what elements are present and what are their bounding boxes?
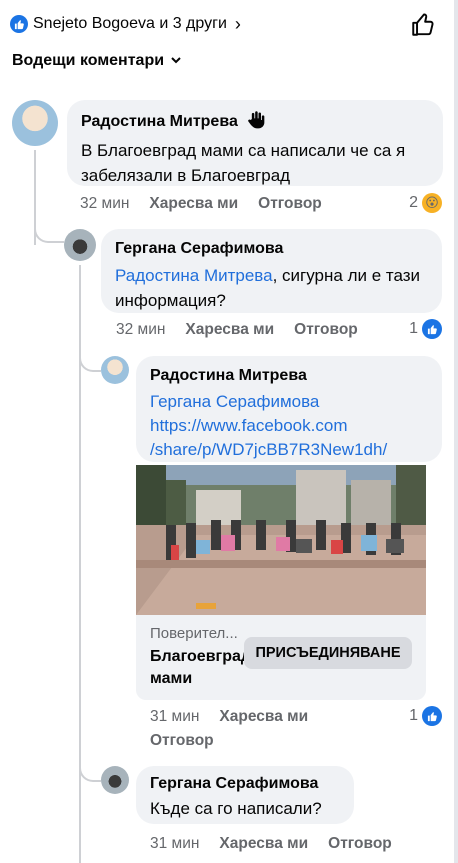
thread-connector xyxy=(79,345,101,372)
preview-info: Поверител... Благоевградски мами ПРИСЪЕД… xyxy=(136,615,426,700)
like-button[interactable]: Харесва ми xyxy=(185,321,274,339)
avatar[interactable] xyxy=(12,100,58,146)
chevron-right-icon: › xyxy=(234,13,241,34)
like-button[interactable]: Харесва ми xyxy=(219,835,308,853)
reaction-count[interactable]: 1 xyxy=(409,319,442,339)
comment-meta: 32 мин Харесва ми Отговор xyxy=(116,321,378,339)
reply-button[interactable]: Отговор xyxy=(294,321,358,339)
url-link-line2[interactable]: /share/p/WD7jcBB7R3New1dh/ xyxy=(150,438,428,462)
comment-meta: 31 мин Харесва ми Отговор xyxy=(150,708,350,750)
thread-connector xyxy=(79,755,101,782)
like-icon xyxy=(422,319,442,339)
like-outline-icon[interactable] xyxy=(410,12,436,38)
join-group-button[interactable]: ПРИСЪЕДИНЯВАНЕ xyxy=(244,637,412,669)
reactions-text: Snejeto Bogoeva и 3 други xyxy=(33,15,227,32)
wow-icon: 😮 xyxy=(422,193,442,213)
comment-meta: 31 мин Харесва ми Отговор xyxy=(150,835,412,853)
comment-text: Гергана Серафимова https://www.facebook.… xyxy=(150,390,428,462)
comment-author[interactable]: Гергана Серафимова xyxy=(115,239,283,259)
reply-button[interactable]: Отговор xyxy=(258,195,322,213)
comment-text: Радостина Митрева, сигурна ли е тази инф… xyxy=(115,266,421,310)
reply-button[interactable]: Отговор xyxy=(328,835,392,853)
comment-bubble: Гергана Серафимова Радостина Митрева, си… xyxy=(101,229,442,313)
avatar[interactable] xyxy=(101,356,129,384)
like-icon xyxy=(422,706,442,726)
preview-photo xyxy=(136,465,426,615)
comment-text: Къде са го написали? xyxy=(150,799,322,818)
comment-time[interactable]: 31 мин xyxy=(150,835,199,853)
comment-bubble: Радостина Митрева Гергана Серафимова htt… xyxy=(136,356,442,462)
comment-sort-dropdown[interactable]: Водещи коментари xyxy=(12,52,182,70)
mention-link[interactable]: Радостина Митрева xyxy=(115,266,273,285)
wave-icon xyxy=(246,110,266,134)
comment-time[interactable]: 32 мин xyxy=(80,195,129,213)
mention-link[interactable]: Гергана Серафимова xyxy=(150,390,428,414)
preview-title[interactable]: Благоевградски мами xyxy=(150,646,278,690)
comment-time[interactable]: 31 мин xyxy=(150,708,199,726)
url-link-line1[interactable]: https://www.facebook.com xyxy=(150,414,428,438)
sort-label: Водещи коментари xyxy=(12,52,165,69)
like-button[interactable]: Харесва ми xyxy=(219,708,308,726)
comment-author[interactable]: Радостина Митрева xyxy=(150,366,307,386)
scrollbar-track[interactable] xyxy=(454,0,458,863)
comment-author[interactable]: Гергана Серафимова xyxy=(150,774,318,794)
reaction-count[interactable]: 2 😮 xyxy=(409,193,442,213)
like-reaction-icon xyxy=(10,15,28,33)
link-preview-card[interactable]: Поверител... Благоевградски мами ПРИСЪЕД… xyxy=(136,465,426,700)
chevron-down-icon xyxy=(170,53,182,69)
avatar[interactable] xyxy=(64,229,96,261)
comment-author[interactable]: Радостина Митрева xyxy=(81,112,238,132)
reply-button[interactable]: Отговор xyxy=(150,732,214,750)
comment-bubble: Гергана Серафимова Къде са го написали? xyxy=(136,766,354,824)
comment-time[interactable]: 32 мин xyxy=(116,321,165,339)
comment-meta: 32 мин Харесва ми Отговор xyxy=(80,195,342,213)
thread-connector xyxy=(34,215,64,243)
comment-text: В Благоевград мами са написали че са я з… xyxy=(81,141,406,185)
like-button[interactable]: Харесва ми xyxy=(149,195,238,213)
reaction-count[interactable]: 1 xyxy=(409,706,442,726)
comment-bubble: Радостина Митрева В Благоевград мами са … xyxy=(67,100,443,186)
avatar[interactable] xyxy=(101,766,129,794)
reactions-summary[interactable]: Snejeto Bogoeva и 3 други › xyxy=(10,10,241,38)
